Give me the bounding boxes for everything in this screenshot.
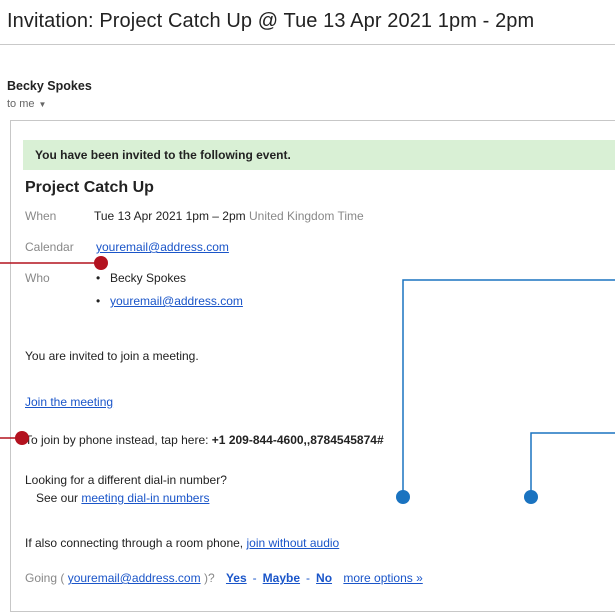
annotation-dot-red — [94, 256, 108, 270]
annotation-dot-blue — [396, 490, 410, 504]
annotation-line-blue — [402, 279, 615, 497]
annotation-dot-blue — [524, 490, 538, 504]
annotation-dot-red — [15, 431, 29, 445]
annotation-line-blue — [530, 432, 615, 497]
annotation-overlay — [0, 256, 615, 504]
